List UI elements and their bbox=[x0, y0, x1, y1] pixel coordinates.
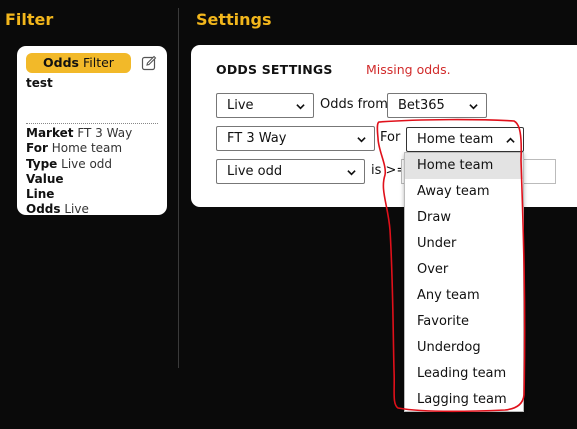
dropdown-option[interactable]: Leading team bbox=[405, 361, 523, 387]
prop-market: Market FT 3 Way bbox=[26, 126, 133, 140]
filter-properties: Market FT 3 Way For Home team Type Live … bbox=[26, 126, 132, 218]
prop-line: Line bbox=[26, 187, 55, 202]
prop-for: For Home team bbox=[26, 141, 123, 156]
market-select[interactable]: FT 3 Way bbox=[216, 126, 375, 151]
bookmaker-select-value: Bet365 bbox=[398, 98, 445, 113]
dropdown-option[interactable]: Draw bbox=[405, 205, 523, 231]
filter-name: test bbox=[26, 76, 53, 90]
for-label: For bbox=[380, 130, 401, 145]
settings-heading: Settings bbox=[196, 10, 272, 29]
prop-value: Value bbox=[26, 171, 64, 186]
dropdown-option[interactable]: Home team bbox=[405, 153, 523, 179]
dropdown-option[interactable]: Away team bbox=[405, 179, 523, 205]
badge-text: Filter bbox=[82, 55, 114, 70]
filter-heading: Filter bbox=[5, 10, 54, 29]
chevron-down-icon bbox=[469, 104, 478, 110]
team-select-value: Home team bbox=[417, 132, 494, 147]
dropdown-option[interactable]: Lagging team bbox=[405, 387, 523, 413]
dropdown-option[interactable]: Favorite bbox=[405, 309, 523, 335]
prop-type: Type Live odd bbox=[26, 156, 113, 171]
chevron-up-icon bbox=[506, 137, 515, 143]
dropdown-option[interactable]: Any team bbox=[405, 283, 523, 309]
chevron-down-icon bbox=[296, 104, 305, 110]
odd-type-select-value: Live odd bbox=[227, 164, 283, 179]
team-select[interactable]: Home team bbox=[406, 127, 524, 152]
bookmaker-select[interactable]: Bet365 bbox=[387, 93, 487, 118]
odds-from-label: Odds from bbox=[320, 97, 388, 112]
section-divider bbox=[178, 8, 179, 368]
filter-card[interactable]: Odds Filter test Market FT 3 Way For Hom… bbox=[17, 46, 167, 218]
edit-icon[interactable] bbox=[141, 55, 157, 71]
market-select-value: FT 3 Way bbox=[227, 131, 287, 146]
card-divider bbox=[26, 123, 158, 124]
mode-select-value: Live bbox=[227, 98, 254, 113]
chevron-down-icon bbox=[347, 170, 356, 176]
prop-odds: Odds Live bbox=[26, 202, 89, 217]
odd-type-select[interactable]: Live odd bbox=[216, 159, 365, 184]
team-dropdown-list: Home team Away team Draw Under Over Any … bbox=[404, 152, 524, 412]
mode-select[interactable]: Live bbox=[216, 93, 314, 118]
dropdown-option[interactable]: Over bbox=[405, 257, 523, 283]
dropdown-option[interactable]: Under bbox=[405, 231, 523, 257]
dropdown-option[interactable]: Underdog bbox=[405, 335, 523, 361]
missing-odds-warning: Missing odds. bbox=[366, 62, 451, 77]
chevron-down-icon bbox=[357, 137, 366, 143]
panel-title: ODDS SETTINGS bbox=[216, 62, 333, 77]
odds-filter-badge: Odds Filter bbox=[26, 53, 131, 73]
badge-bold-text: Odds bbox=[43, 55, 79, 70]
